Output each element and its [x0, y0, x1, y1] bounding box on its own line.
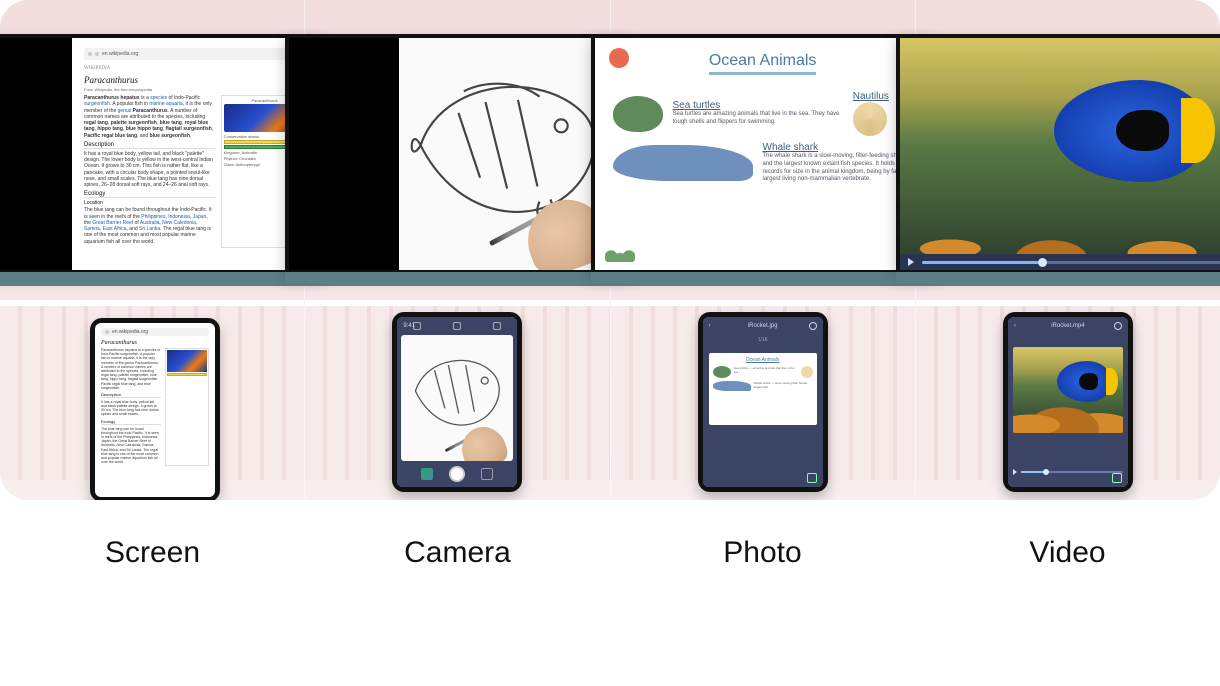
video-file-name: iRocket.mp4 [1051, 323, 1084, 329]
tablet-browser: en.wikipedia.org Paracanthurus Paracanth… [95, 323, 215, 471]
back-icon[interactable]: ‹ [709, 323, 711, 329]
video-controls [900, 254, 1220, 270]
url-text: en.wikipedia.org [102, 51, 138, 57]
tv-speaker-bar [285, 272, 629, 286]
gallery-thumb[interactable] [421, 468, 433, 480]
seek-bar[interactable] [1021, 471, 1123, 473]
label-screen: Screen [0, 536, 305, 570]
seek-bar[interactable] [922, 261, 1220, 264]
ocean-animals-slide: Ocean Animals Sea turtles Sea turtles ar… [595, 38, 931, 270]
photo-meta: 1/16 [703, 337, 823, 343]
section-description: Description [84, 142, 215, 149]
label-camera: Camera [305, 536, 610, 570]
section-ecology: Ecology [84, 191, 215, 198]
tablet-device-camera: 9:41 [392, 312, 522, 492]
casting-modes-showcase: en.wikipedia.org WIKIPEDIA Paracanthurus… [0, 0, 1220, 686]
timer-icon[interactable] [453, 322, 461, 330]
tv-display-video [896, 34, 1220, 274]
article-title: Paracanthurus [84, 75, 308, 85]
expand-icon[interactable] [493, 322, 501, 330]
seaweed-illustration [605, 236, 635, 262]
label-photo: Photo [610, 536, 915, 570]
section-location: Location [84, 200, 215, 206]
turtle-heading: Sea turtles [673, 100, 843, 111]
shark-illustration [613, 145, 753, 181]
shark-desc: The whale shark is a slow-moving, filter… [763, 153, 913, 184]
tablet-device-video: ‹ iRocket.mp4 [1003, 312, 1133, 492]
video-thumbnail [1013, 347, 1123, 433]
nautilus-illustration [853, 102, 887, 136]
browser-window: en.wikipedia.org WIKIPEDIA Paracanthurus… [72, 38, 320, 270]
play-icon[interactable] [1013, 469, 1017, 475]
tv-display-screen: en.wikipedia.org WIKIPEDIA Paracanthurus… [0, 34, 324, 274]
play-icon[interactable] [908, 258, 914, 266]
slide-title: Ocean Animals [709, 52, 817, 75]
status-time: 9:41 [403, 323, 415, 329]
shutter-button[interactable] [449, 466, 465, 482]
label-video: Video [915, 536, 1220, 570]
panel-screen: en.wikipedia.org WIKIPEDIA Paracanthurus… [0, 0, 305, 500]
tv-speaker-bar [0, 272, 324, 286]
panels-row: en.wikipedia.org WIKIPEDIA Paracanthurus… [0, 0, 1220, 500]
download-icon[interactable] [1112, 473, 1122, 483]
search-icon[interactable] [1114, 322, 1122, 330]
turtle-desc: Sea turtles are amazing animals that liv… [673, 111, 843, 127]
tv-speaker-bar [591, 272, 935, 286]
panel-camera: 9:41 [305, 0, 610, 500]
switch-camera-icon[interactable] [481, 468, 493, 480]
starfish-illustration [609, 48, 629, 68]
article-body: Paracanthurus hepatus is a species of In… [84, 95, 215, 248]
camera-app: 9:41 [397, 317, 517, 487]
panel-photo: Ocean Animals Sea turtles Sea turtles ar… [611, 0, 916, 500]
download-icon[interactable] [807, 473, 817, 483]
search-icon[interactable] [809, 322, 817, 330]
tv-display-camera [285, 34, 629, 274]
turtle-illustration [613, 96, 663, 132]
video-player-app: ‹ iRocket.mp4 [1008, 317, 1128, 487]
photo-viewer-app: ‹ iRocket.jpg 1/16 Ocean Animals Sea tur… [703, 317, 823, 487]
back-icon[interactable]: ‹ [1014, 323, 1016, 329]
camera-viewfinder [401, 335, 513, 461]
video-playback [900, 38, 1220, 270]
photo-preview: Ocean Animals Sea turtles — amazing anim… [709, 353, 817, 425]
mode-labels-row: Screen Camera Photo Video [0, 500, 1220, 570]
tablet-device-photo: ‹ iRocket.jpg 1/16 Ocean Animals Sea tur… [698, 312, 828, 492]
tv-speaker-bar [896, 272, 1220, 286]
photo-file-name: iRocket.jpg [748, 323, 778, 329]
tablet-device-screen: en.wikipedia.org Paracanthurus Paracanth… [90, 318, 220, 500]
browser-url-bar: en.wikipedia.org [84, 48, 308, 60]
shark-heading: Whale shark [763, 142, 913, 153]
article-subtitle: From Wikipedia, the free encyclopedia [84, 87, 308, 92]
panel-video: ‹ iRocket.mp4 [916, 0, 1220, 500]
tv-display-photo: Ocean Animals Sea turtles Sea turtles ar… [591, 34, 935, 274]
